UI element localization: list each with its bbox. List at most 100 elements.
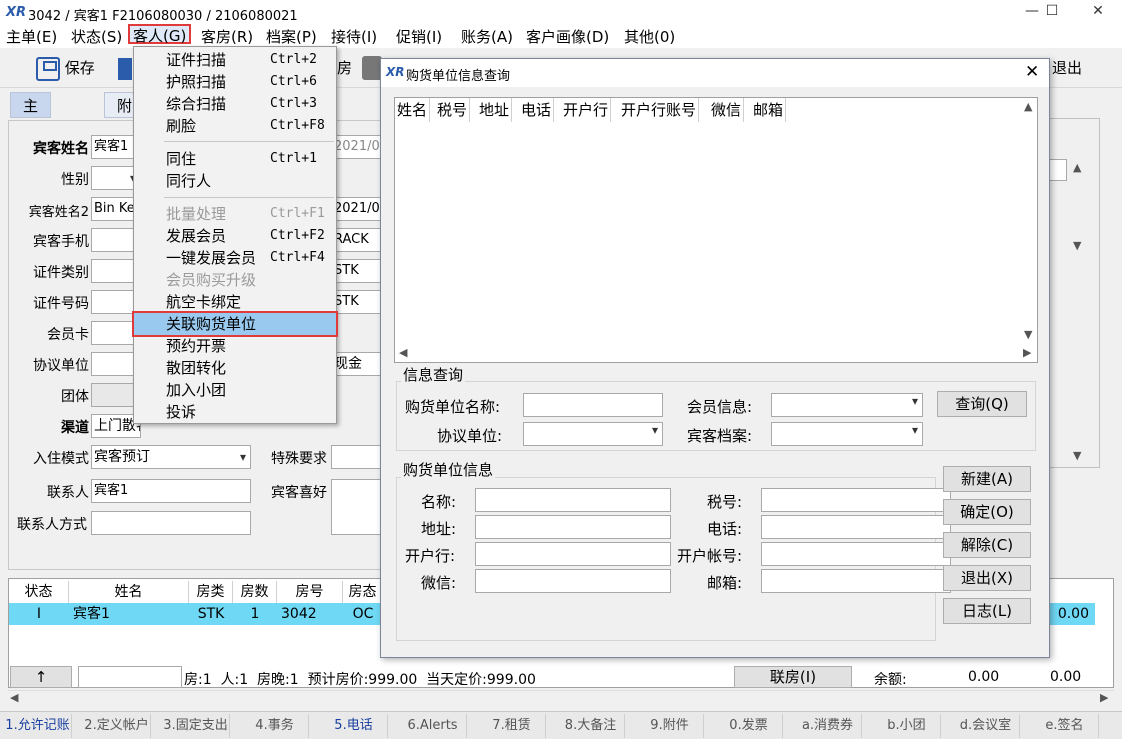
contact-method-input[interactable] [91, 511, 251, 535]
menu-item-invoice-reservation[interactable]: 预约开票 [134, 335, 336, 357]
special-input[interactable] [331, 445, 381, 469]
grid-header-name[interactable]: 姓名 [69, 581, 189, 603]
col-wechat[interactable]: 微信 [709, 98, 745, 122]
menu-item-passport-scan[interactable]: 护照扫描 Ctrl+6 [134, 71, 336, 93]
move-up-button[interactable]: ↑ [10, 666, 72, 688]
function-tab-2[interactable]: 2.定义帐户 [83, 714, 151, 738]
list-scroll-right-icon[interactable]: ▶ [1023, 346, 1031, 359]
col-phone[interactable]: 电话 [519, 98, 555, 122]
grid-header-room-no[interactable]: 房号 [277, 581, 343, 603]
checkin-mode-select[interactable]: 宾客预订 [91, 445, 251, 469]
maximize-button[interactable]: ☐ [1032, 3, 1072, 23]
exit-toolbar-button[interactable]: 退出 [1052, 54, 1082, 82]
query-button[interactable]: 查询(Q) [937, 391, 1027, 417]
scroll-right-icon[interactable]: ▶ [1100, 691, 1108, 704]
function-tab-10[interactable]: 0.发票 [715, 714, 783, 738]
close-button[interactable]: ✕ [1078, 3, 1118, 23]
menu-customer-profile[interactable]: 客户画像(D) [526, 27, 609, 47]
menu-archive[interactable]: 档案(P) [266, 27, 317, 47]
menu-item-share-room[interactable]: 同住 Ctrl+1 [134, 148, 336, 170]
function-tab-6[interactable]: 6.Alerts [399, 714, 467, 738]
function-tab-9[interactable]: 9.附件 [636, 714, 704, 738]
menu-item-id-scan[interactable]: 证件扫描 Ctrl+2 [134, 49, 336, 71]
col-name[interactable]: 姓名 [395, 98, 431, 122]
buyer-unit-list[interactable]: 姓名 税号 地址 电话 开户行 开户行账号 微信 邮箱 ▲ ▼ ◀ ▶ [394, 97, 1038, 363]
scroll-down-icon[interactable]: ▼ [1073, 239, 1081, 252]
room-type-input[interactable]: STK [331, 259, 381, 283]
menu-promotion[interactable]: 促销(I) [396, 27, 442, 47]
horizontal-scrollbar[interactable]: ◀ ▶ [8, 690, 1114, 704]
menu-room[interactable]: 客房(R) [201, 27, 253, 47]
col-account[interactable]: 开户行账号 [619, 98, 700, 122]
link-room-button[interactable]: 联房(I) [734, 666, 852, 688]
grid-header-room-type[interactable]: 房类 [189, 581, 233, 603]
save-button[interactable]: 保存 [36, 54, 95, 82]
menu-status[interactable]: 状态(S) [71, 27, 122, 47]
list-vertical-scrollbar[interactable]: ▲ ▼ [1021, 98, 1037, 362]
payment-input[interactable]: 现金 [331, 352, 381, 376]
bank-input[interactable] [475, 542, 671, 566]
menu-reception[interactable]: 接待(I) [331, 27, 377, 47]
menu-item-link-buyer-unit[interactable]: 关联购货单位 [132, 311, 338, 337]
scroll-down-icon-2[interactable]: ▼ [1073, 449, 1081, 462]
new-button[interactable]: 新建(A) [943, 466, 1031, 492]
address-input[interactable] [475, 515, 671, 539]
dialog-close-button[interactable]: ✕ [1025, 62, 1039, 82]
rate-code-input[interactable]: RACK [331, 228, 381, 252]
menu-item-join-small-group[interactable]: 加入小团 [134, 379, 336, 401]
function-tab-7[interactable]: 7.租赁 [478, 714, 546, 738]
function-tab-11[interactable]: a.消费券 [794, 714, 862, 738]
room-type2-input[interactable]: STK [331, 290, 381, 314]
account-input[interactable] [761, 542, 951, 566]
menu-item-one-click-member[interactable]: 一键发展会员 Ctrl+F4 [134, 247, 336, 269]
arrival-date-input[interactable]: 2021/0 [331, 135, 381, 159]
departure-date-input[interactable]: 2021/0 [331, 197, 381, 221]
contact-input[interactable]: 宾客1 [91, 479, 251, 503]
function-tab-14[interactable]: e.签名 [1031, 714, 1099, 738]
function-tab-8[interactable]: 8.大备注 [557, 714, 625, 738]
function-tab-4[interactable]: 4.事务 [241, 714, 309, 738]
right-panel-field[interactable] [1049, 159, 1067, 181]
menu-item-complaint[interactable]: 投诉 [134, 401, 336, 423]
menu-item-batch-process[interactable]: 批量处理 Ctrl+F1 [134, 203, 336, 225]
col-bank[interactable]: 开户行 [561, 98, 612, 122]
confirm-button[interactable]: 确定(O) [943, 499, 1031, 525]
menu-main[interactable]: 主单(E) [6, 27, 57, 47]
function-tab-12[interactable]: b.小团 [873, 714, 941, 738]
tax-input[interactable] [761, 488, 951, 512]
release-button[interactable]: 解除(C) [943, 532, 1031, 558]
buyer-name-input[interactable] [523, 393, 663, 417]
menu-item-face-scan[interactable]: 刷脸 Ctrl+F8 [134, 115, 336, 137]
member-info-select[interactable] [771, 393, 923, 417]
tab-main-info[interactable]: 主要信息 [10, 92, 52, 193]
menu-item-member-upgrade[interactable]: 会员购买升级 [134, 269, 336, 291]
guest-file-select[interactable] [771, 422, 923, 446]
function-tab-13[interactable]: d.会议室 [952, 714, 1020, 738]
list-scroll-down-icon[interactable]: ▼ [1024, 328, 1032, 341]
scroll-up-icon[interactable]: ▲ [1073, 161, 1081, 174]
function-tab-5[interactable]: 5.电话 [320, 714, 388, 738]
menu-item-companion[interactable]: 同行人 [134, 170, 336, 192]
col-email[interactable]: 邮箱 [751, 98, 787, 122]
menu-guest[interactable]: 客人(G) [128, 24, 192, 45]
preference-input[interactable] [331, 479, 381, 535]
col-address[interactable]: 地址 [477, 98, 513, 122]
menu-item-develop-member[interactable]: 发展会员 Ctrl+F2 [134, 225, 336, 247]
log-button[interactable]: 日志(L) [943, 598, 1031, 624]
list-scroll-up-icon[interactable]: ▲ [1024, 100, 1032, 113]
list-scroll-left-icon[interactable]: ◀ [399, 346, 407, 359]
col-tax[interactable]: 税号 [435, 98, 471, 122]
email-input[interactable] [761, 569, 951, 593]
grid-header-room-count[interactable]: 房数 [233, 581, 277, 603]
function-tab-1[interactable]: 1.允许记账 [4, 714, 72, 738]
tel-input[interactable] [761, 515, 951, 539]
menu-item-airline-card-bind[interactable]: 航空卡绑定 [134, 291, 336, 313]
menu-accounts[interactable]: 账务(A) [461, 27, 513, 47]
menu-item-combined-scan[interactable]: 综合扫描 Ctrl+3 [134, 93, 336, 115]
grid-header-room-status[interactable]: 房态 [343, 581, 383, 603]
function-tab-3[interactable]: 3.固定支出 [162, 714, 230, 738]
menu-item-group-convert[interactable]: 散团转化 [134, 357, 336, 379]
exit-button[interactable]: 退出(X) [943, 565, 1031, 591]
wechat-input[interactable] [475, 569, 671, 593]
scroll-left-icon[interactable]: ◀ [10, 691, 18, 704]
